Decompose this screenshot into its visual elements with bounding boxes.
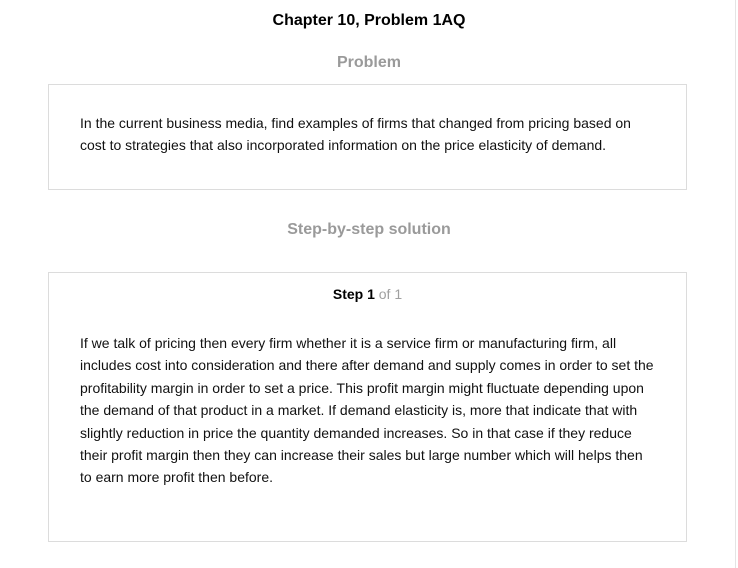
step-label: Step 1	[332, 286, 375, 302]
problem-text: In the current business media, find exam…	[80, 115, 631, 154]
solution-heading: Step-by-step solution	[287, 221, 451, 238]
step-count: of 1	[374, 286, 403, 302]
solution-text: If we talk of pricing then every firm wh…	[80, 335, 654, 486]
step-header: Step 1 of 1	[49, 285, 686, 303]
problem-heading: Problem	[336, 54, 401, 71]
scrollbar-edge	[735, 0, 736, 568]
problem-box: In the current business media, find exam…	[48, 84, 687, 190]
solution-box: Step 1 of 1 If we talk of pricing then e…	[48, 272, 687, 542]
page-title: Chapter 10, Problem 1AQ	[272, 12, 466, 29]
